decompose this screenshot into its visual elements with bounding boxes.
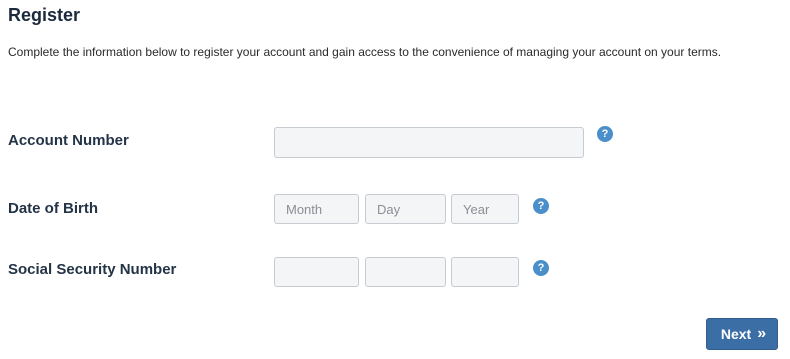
account-number-label: Account Number	[8, 132, 129, 149]
ssn-part2-input[interactable]	[365, 257, 446, 287]
ssn-part3-input[interactable]	[451, 257, 519, 287]
ssn-part1-input[interactable]	[274, 257, 359, 287]
intro-text: Complete the information below to regist…	[8, 45, 722, 59]
question-mark-icon[interactable]: ?	[533, 198, 549, 214]
next-button[interactable]: Next »	[706, 318, 778, 350]
register-page: Register Complete the information below …	[0, 0, 790, 359]
double-chevron-right-icon: »	[757, 325, 766, 342]
account-number-input[interactable]	[274, 127, 584, 158]
date-of-birth-label: Date of Birth	[8, 200, 98, 217]
question-mark-icon[interactable]: ?	[597, 126, 613, 142]
ssn-label: Social Security Number	[8, 261, 177, 278]
question-mark-icon[interactable]: ?	[533, 260, 549, 276]
dob-year-input[interactable]	[451, 194, 519, 224]
dob-month-input[interactable]	[274, 194, 359, 224]
next-button-label: Next	[720, 326, 752, 342]
page-title: Register	[8, 5, 81, 25]
dob-day-input[interactable]	[365, 194, 446, 224]
